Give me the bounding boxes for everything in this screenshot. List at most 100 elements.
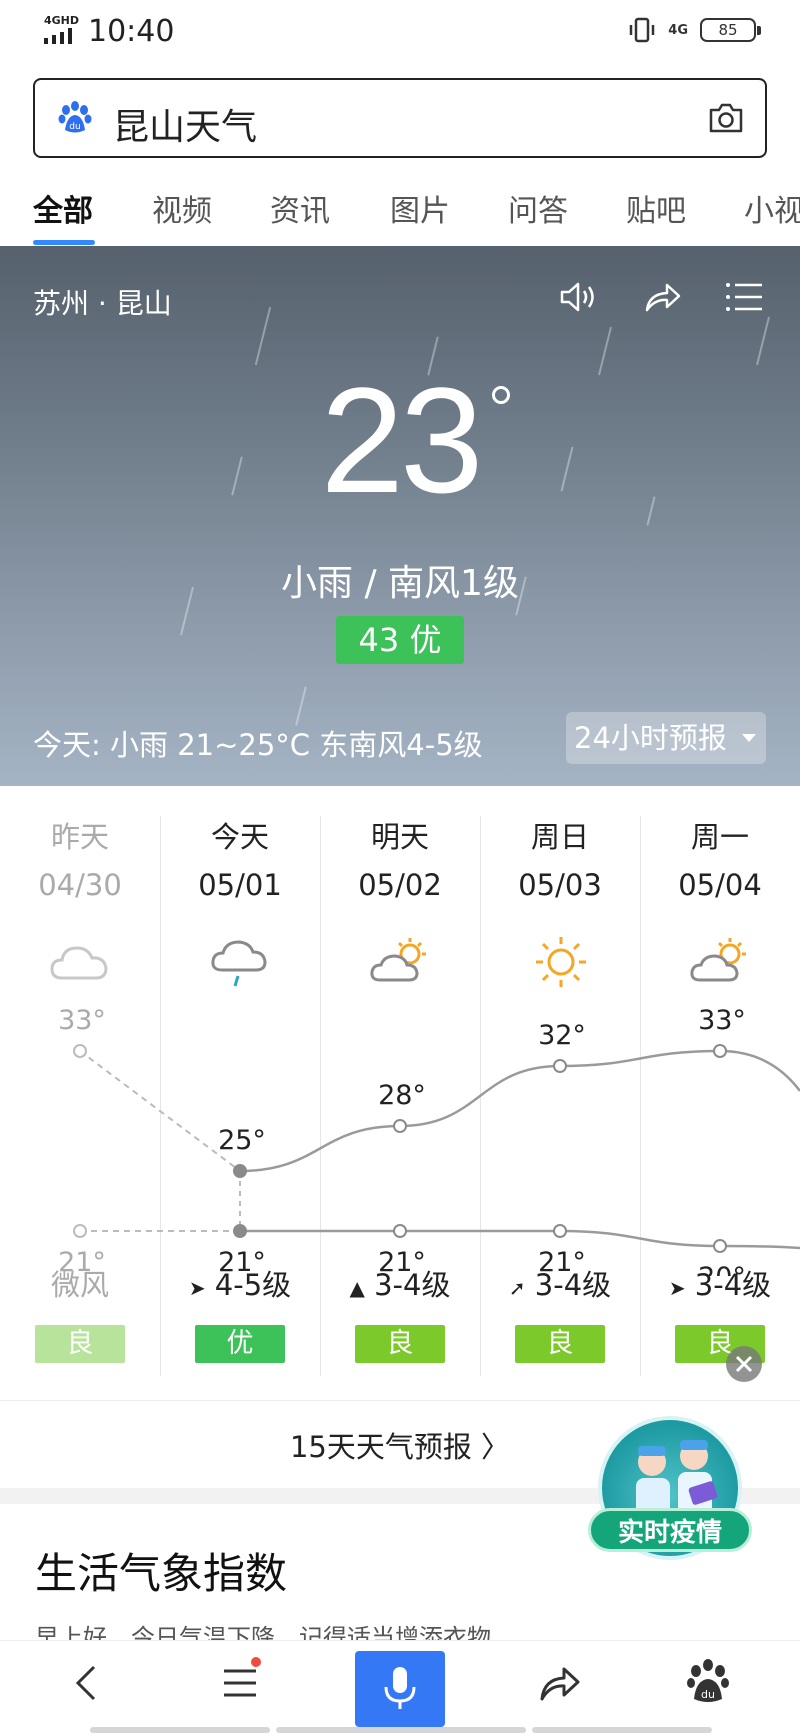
tab-qa[interactable]: 问答 — [508, 186, 568, 230]
divider — [0, 1400, 800, 1401]
gesture-bar — [276, 1727, 526, 1733]
network-4g: 4G — [668, 22, 688, 38]
epidemic-badge[interactable]: 实时疫情 — [588, 1416, 752, 1566]
high-temp-label: 25° — [218, 1125, 266, 1156]
day-date: 05/04 — [678, 868, 762, 902]
tab-video[interactable]: 视频 — [152, 186, 212, 230]
close-ad-button[interactable] — [726, 1346, 762, 1382]
tab-images[interactable]: 图片 — [390, 186, 450, 230]
low-temp-label: 21° — [538, 1247, 586, 1276]
partly-sunny-icon — [370, 938, 426, 982]
location-label[interactable]: 苏州 · 昆山 — [33, 282, 172, 322]
status-bar: 4GHD 10:40 4G 85 — [0, 0, 800, 62]
day-date: 04/30 — [38, 868, 122, 902]
baidu-paw-icon: du — [58, 101, 92, 133]
day-date: 05/01 — [198, 868, 282, 902]
sunny-icon — [536, 937, 586, 987]
aqi-badge[interactable]: 43 优 — [336, 616, 464, 664]
signal-icon — [44, 28, 72, 44]
share-icon[interactable] — [641, 276, 683, 318]
speaker-icon[interactable] — [556, 276, 598, 318]
low-temp-point — [393, 1224, 407, 1238]
day-date: 05/02 — [358, 868, 442, 902]
low-temp-point — [713, 1239, 727, 1253]
share-icon[interactable] — [530, 1653, 590, 1713]
low-temp-label: 21° — [58, 1247, 106, 1276]
back-icon[interactable] — [58, 1653, 118, 1713]
high-temp-label: 32° — [538, 1020, 586, 1051]
high-temp-label: 28° — [378, 1080, 426, 1111]
svg-text:du: du — [701, 1688, 715, 1701]
high-temp-point — [233, 1164, 247, 1178]
tab-short-video[interactable]: 小视 — [744, 186, 800, 230]
baidu-paw-icon[interactable]: du — [678, 1653, 738, 1713]
battery-icon: 85 — [700, 18, 761, 42]
air-quality-badge: 良 — [35, 1325, 125, 1363]
day-name: 昨天 — [50, 820, 109, 854]
clock: 10:40 — [88, 14, 175, 49]
high-temp-line — [239, 1049, 800, 1173]
weather-hero: 苏州 · 昆山 23 小雨 / 南风1级 43 优 今天: 小雨 21~25°C… — [0, 246, 800, 786]
vibrate-icon — [630, 17, 655, 43]
weather-search-page: 4GHD 10:40 4G 85 du 昆山天气 全部 视频 资讯 图片 问答 … — [0, 0, 800, 1733]
air-quality-badge: 优 — [195, 1325, 285, 1363]
search-tabs: 全部 视频 资讯 图片 问答 贴吧 小视 — [0, 178, 800, 246]
air-quality-badge: 良 — [515, 1325, 605, 1363]
caret-down-icon — [742, 734, 756, 742]
high-temp-label: 33° — [58, 1005, 106, 1036]
life-index-subtitle: 早上好，今日气温下降，记得适当增添衣物 — [35, 1624, 491, 1640]
low-temp-point — [233, 1224, 247, 1238]
forecast-panel: 昨天 04/30 微风 良 今天 05/01 ➤ 4-5级 优 明天 05/02… — [0, 786, 800, 1376]
gesture-bar — [90, 1727, 270, 1733]
tab-all[interactable]: 全部 — [33, 186, 93, 230]
day-name: 周一 — [690, 820, 749, 854]
day-date: 05/03 — [518, 868, 602, 902]
menu-icon[interactable] — [210, 1653, 270, 1713]
temperature-curve: 33° 21° 25° 21° 28° 21° 32° 21° 33° 20° — [58, 1005, 800, 1276]
tab-tieba[interactable]: 贴吧 — [626, 186, 686, 230]
high-temp-line-past — [79, 1050, 241, 1172]
network-type: 4GHD — [44, 14, 80, 27]
battery-level: 85 — [718, 21, 738, 39]
high-temp-point — [553, 1059, 567, 1073]
cloudy-icon — [50, 946, 108, 980]
hourly-forecast-label: 24小时预报 — [574, 721, 727, 755]
close-icon — [735, 1355, 753, 1373]
menu-list-icon[interactable] — [724, 276, 766, 318]
current-condition: 小雨 / 南风1级 — [281, 563, 519, 604]
low-temp-point — [553, 1224, 567, 1238]
high-temp-label: 33° — [698, 1005, 746, 1036]
microphone-icon — [384, 1667, 416, 1709]
wind-direction-icon: ➤ — [188, 1276, 206, 1300]
camera-icon[interactable] — [707, 100, 745, 136]
svg-text:du: du — [69, 122, 80, 132]
degree-symbol — [492, 386, 510, 404]
life-index-title: 生活气象指数 — [35, 1549, 288, 1598]
wind-direction-icon: ➚ — [508, 1276, 526, 1300]
low-temp-label: 20° — [698, 1262, 746, 1276]
low-temp-point — [73, 1224, 87, 1238]
voice-search-button[interactable] — [355, 1651, 445, 1727]
day-name: 今天 — [210, 820, 269, 854]
search-query[interactable]: 昆山天气 — [113, 98, 257, 150]
status-icons: 4G 85 — [628, 16, 761, 44]
partly-sunny-icon — [690, 938, 746, 982]
gesture-bar — [532, 1727, 712, 1733]
hourly-forecast-button[interactable]: 24小时预报 — [566, 712, 766, 764]
air-quality-badge: 良 — [355, 1325, 445, 1363]
low-temp-label: 21° — [378, 1247, 426, 1276]
active-tab-indicator — [33, 240, 95, 245]
light-rain-icon — [211, 940, 267, 987]
search-box[interactable]: du 昆山天气 — [33, 78, 767, 158]
day-name: 周日 — [530, 820, 589, 854]
wind-direction-icon: ➤ — [668, 1276, 686, 1300]
high-temp-point — [713, 1044, 727, 1058]
epidemic-badge-label: 实时疫情 — [588, 1508, 752, 1552]
high-temp-point — [393, 1119, 407, 1133]
current-temperature: 23 — [320, 356, 484, 524]
low-temp-label: 21° — [218, 1247, 266, 1276]
high-temp-point — [73, 1044, 87, 1058]
day-name: 明天 — [370, 820, 429, 854]
tab-news[interactable]: 资讯 — [270, 186, 330, 230]
bottom-nav: du — [0, 1640, 800, 1733]
